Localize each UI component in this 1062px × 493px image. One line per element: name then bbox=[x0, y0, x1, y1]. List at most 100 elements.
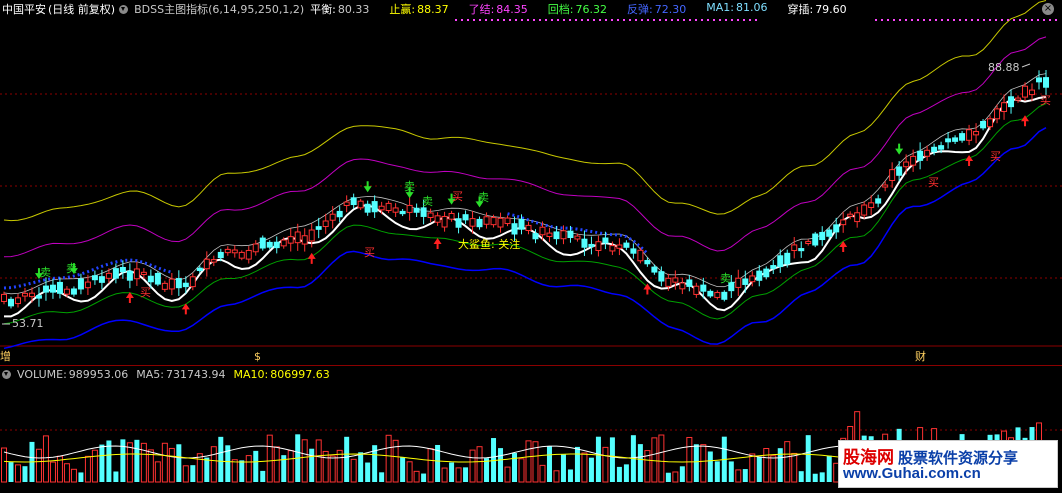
indicator-name[interactable]: BDSS主图指标(6,14,95,250,1,2) bbox=[134, 1, 304, 17]
candle-body bbox=[763, 268, 770, 278]
volume-title: VOLUME: bbox=[17, 367, 67, 381]
volume-bar bbox=[245, 455, 252, 483]
volume-bar bbox=[315, 439, 322, 483]
candle-body bbox=[1029, 89, 1036, 96]
candle-body bbox=[119, 266, 126, 273]
volume-bar bbox=[266, 434, 273, 483]
candle-body bbox=[238, 251, 245, 259]
date-mark: 财 bbox=[915, 349, 926, 363]
candle-body bbox=[504, 217, 511, 225]
volume-bar bbox=[365, 462, 371, 482]
volume-dropdown-icon[interactable] bbox=[2, 369, 11, 379]
volume-bar bbox=[518, 458, 525, 483]
candle-body bbox=[924, 149, 931, 157]
volume-bar bbox=[120, 439, 126, 482]
candle-body bbox=[693, 285, 700, 295]
candle-body bbox=[7, 298, 14, 307]
candle-body bbox=[770, 265, 777, 269]
candle-body bbox=[896, 166, 903, 176]
volume-value: 989953.06 bbox=[68, 367, 129, 381]
volume-bar bbox=[707, 451, 713, 482]
candle-body bbox=[371, 201, 378, 213]
candle-body bbox=[63, 288, 70, 295]
candle-body bbox=[98, 276, 105, 283]
candle-body bbox=[651, 266, 658, 273]
candle-body bbox=[301, 235, 308, 245]
volume-bar bbox=[379, 472, 385, 482]
sell-arrow-icon bbox=[363, 181, 372, 193]
volume-bar bbox=[658, 434, 665, 483]
candle-body bbox=[483, 216, 490, 225]
candle-body bbox=[427, 212, 434, 219]
candle-body bbox=[49, 284, 56, 293]
candle-body bbox=[126, 270, 133, 281]
high-price-pointer bbox=[1021, 63, 1031, 68]
close-icon[interactable]: × bbox=[1042, 3, 1054, 15]
volume-bar bbox=[126, 442, 133, 483]
volume-bar bbox=[406, 461, 413, 483]
volume-bar bbox=[498, 448, 504, 482]
volume-bar bbox=[784, 441, 791, 483]
candle-body bbox=[616, 244, 623, 249]
volume-bar bbox=[99, 444, 105, 482]
candle-body bbox=[77, 278, 84, 290]
low-price-label: 53.71 bbox=[12, 317, 44, 330]
volume-bar bbox=[273, 446, 280, 483]
volume-bar bbox=[651, 437, 658, 483]
ma-line-thin bbox=[3, 73, 1047, 295]
indicator-field-value: 84.35 bbox=[496, 3, 528, 16]
volume-bar bbox=[525, 440, 532, 483]
volume-bar bbox=[63, 463, 70, 483]
candle-body bbox=[385, 202, 392, 211]
candle-body bbox=[1008, 96, 1015, 108]
chart-canvas[interactable]: 卖卖卖卖 卖卖买买买买买买大鲨鱼: 关注88.8853.71增 $ 财 bbox=[0, 0, 1062, 490]
volume-bar bbox=[140, 442, 147, 483]
candle-body bbox=[315, 226, 322, 230]
candle-body bbox=[959, 133, 966, 141]
candle-body bbox=[1022, 85, 1029, 98]
candle-body bbox=[938, 145, 945, 150]
signal-label: 买 bbox=[928, 176, 939, 189]
candle-body bbox=[560, 230, 567, 240]
candle-body bbox=[406, 204, 413, 213]
candle-body bbox=[434, 215, 441, 223]
candle-body bbox=[567, 230, 574, 239]
candle-body bbox=[161, 282, 168, 290]
volume-bar bbox=[78, 472, 84, 482]
candle-body bbox=[819, 231, 826, 241]
volume-bar bbox=[400, 457, 406, 482]
volume-bar bbox=[560, 454, 566, 482]
volume-bar bbox=[427, 448, 434, 483]
candle-body bbox=[413, 207, 420, 213]
volume-bar bbox=[553, 470, 560, 483]
volume-bar bbox=[301, 439, 308, 483]
volume-bar bbox=[344, 436, 350, 482]
signal-label: 买 bbox=[364, 246, 375, 259]
candle-body bbox=[210, 259, 217, 263]
indicator-field-1: 止赢: 88.37 bbox=[389, 1, 454, 17]
signal-label: 买 bbox=[1040, 94, 1051, 107]
candle-body bbox=[35, 295, 42, 299]
volume-bar bbox=[686, 436, 693, 483]
volume-bar bbox=[161, 442, 168, 483]
indicator-field-label: 穿插: bbox=[787, 3, 814, 16]
volume-bar bbox=[798, 471, 804, 482]
indicator-field-label: 止赢: bbox=[389, 3, 416, 16]
signal-label: 卖 bbox=[478, 191, 489, 204]
signal-label: 卖 bbox=[422, 195, 433, 208]
volume-bar bbox=[463, 467, 469, 482]
volume-bar bbox=[196, 453, 203, 483]
candle-body bbox=[700, 284, 707, 292]
period-label[interactable]: (日线 前复权) bbox=[48, 1, 115, 17]
candle-body bbox=[455, 218, 462, 228]
candle-body bbox=[784, 252, 791, 265]
candle-body bbox=[847, 213, 854, 217]
volume-bar bbox=[693, 444, 699, 482]
indicator-field-value: 88.37 bbox=[417, 3, 449, 16]
volume-bar bbox=[287, 450, 294, 483]
candle-body bbox=[1043, 77, 1049, 88]
indicator-dropdown-icon[interactable] bbox=[119, 4, 129, 14]
candle-body bbox=[889, 169, 896, 182]
upper-band-line bbox=[3, 0, 1047, 222]
candle-body bbox=[175, 278, 182, 289]
